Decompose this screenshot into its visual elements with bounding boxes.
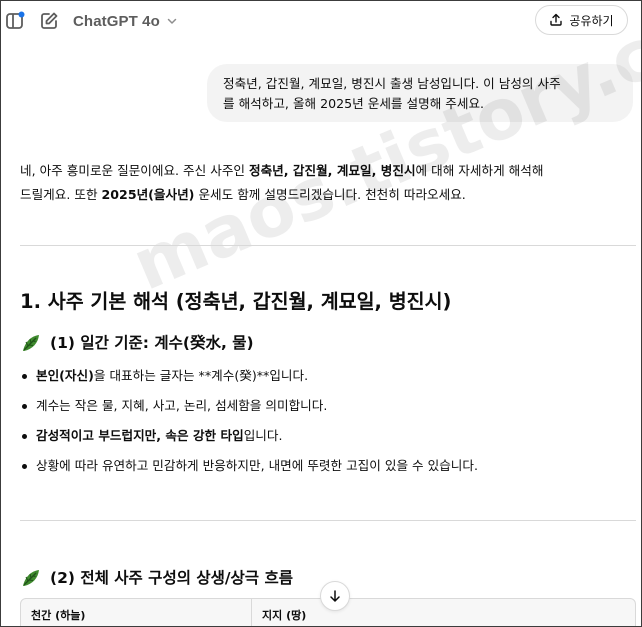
section-divider <box>20 245 636 246</box>
chat-window: ChatGPT 4o 공유하기 정축년, 갑진월, 계묘일, 병진시 출생 남성… <box>0 0 642 627</box>
subsection-title: (2) 전체 사주 구성의 상생/상극 흐름 <box>50 569 293 587</box>
user-message-line: 정축년, 갑진월, 계묘일, 병진시 출생 남성입니다. 이 남성의 사주 <box>223 76 561 91</box>
list-item: 감성적이고 부드럽지만, 속은 강한 타입입니다. <box>20 424 630 454</box>
intro-text: 네, 아주 흥미로운 질문이에요. 주신 사주인 <box>20 163 249 178</box>
intro-text: 에 대해 자세하게 해석해 <box>415 163 544 178</box>
new-chat-icon <box>41 12 58 29</box>
sidebar-toggle-icon <box>6 11 25 29</box>
bullet-text: 계수는 작은 물, 지혜, 사고, 논리, 섬세함을 의미합니다. <box>36 398 328 413</box>
bullet-bold: 본인(자신) <box>36 368 94 383</box>
subsection-heading: (2) 전체 사주 구성의 상생/상극 흐름 <box>20 566 293 590</box>
bullet-text: 입니다. <box>243 428 283 443</box>
list-item: 계수는 작은 물, 지혜, 사고, 논리, 섬세함을 의미합니다. <box>20 394 630 424</box>
intro-bold: 정축년, 갑진월, 계묘일, 병진시 <box>249 163 416 178</box>
model-selector[interactable]: ChatGPT 4o <box>73 9 178 33</box>
user-message-line: 를 해석하고, 올해 2025년 운세를 설명해 주세요. <box>223 96 485 111</box>
bullet-text: 상황에 따라 유연하고 민감하게 반응하지만, 내면에 뚜렷한 고집이 있을 수… <box>36 458 478 473</box>
list-item: 상황에 따라 유연하고 민감하게 반응하지만, 내면에 뚜렷한 고집이 있을 수… <box>20 454 630 484</box>
section-divider <box>20 520 636 521</box>
assistant-intro: 네, 아주 흥미로운 질문이에요. 주신 사주인 정축년, 갑진월, 계묘일, … <box>20 159 620 207</box>
bullet-text: 을 대표하는 글자는 **계수(癸)**입니다. <box>93 368 309 383</box>
share-upload-icon <box>550 13 563 26</box>
intro-text: 드릴게요. 또한 <box>20 187 102 202</box>
arrow-down-icon <box>330 590 340 602</box>
new-chat-button[interactable] <box>37 9 61 33</box>
table-header-cell: 천간 (하늘) <box>21 599 252 626</box>
scroll-to-bottom-button[interactable] <box>320 581 350 611</box>
intro-text: 운세도 함께 설명드리겠습니다. 천천히 따라오세요. <box>194 187 466 202</box>
subsection-title: (1) 일간 기준: 계수(癸水, 물) <box>50 334 254 352</box>
section-heading: 1. 사주 기본 해석 (정축년, 갑진월, 계묘일, 병진시) <box>20 290 452 313</box>
share-button[interactable]: 공유하기 <box>535 5 628 35</box>
bullet-bold: 감성적이고 부드럽지만, 속은 강한 타입 <box>36 428 244 443</box>
subsection-heading: (1) 일간 기준: 계수(癸水, 물) <box>20 331 254 355</box>
top-bar: ChatGPT 4o 공유하기 <box>1 1 641 41</box>
watermark: maos.tistory.com <box>121 0 642 307</box>
model-name: ChatGPT 4o <box>73 12 160 30</box>
intro-line: 네, 아주 흥미로운 질문이에요. 주신 사주인 정축년, 갑진월, 계묘일, … <box>20 159 620 183</box>
herb-leaf-icon <box>23 335 39 351</box>
intro-bold: 2025년(을사년) <box>101 187 195 202</box>
herb-leaf-icon <box>23 570 39 586</box>
table-header-cell: 지지 (땅) <box>262 609 307 622</box>
user-message-bubble: 정축년, 갑진월, 계묘일, 병진시 출생 남성입니다. 이 남성의 사주 를 … <box>207 64 633 122</box>
list-item: 본인(자신)을 대표하는 글자는 **계수(癸)**입니다. <box>20 364 630 394</box>
bullet-list: 본인(자신)을 대표하는 글자는 **계수(癸)**입니다. 계수는 작은 물,… <box>20 364 630 484</box>
share-label: 공유하기 <box>569 13 614 28</box>
chevron-down-icon <box>167 18 177 24</box>
sidebar-toggle-button[interactable] <box>3 9 27 33</box>
intro-line: 드릴게요. 또한 2025년(을사년) 운세도 함께 설명드리겠습니다. 천천히… <box>20 183 620 207</box>
